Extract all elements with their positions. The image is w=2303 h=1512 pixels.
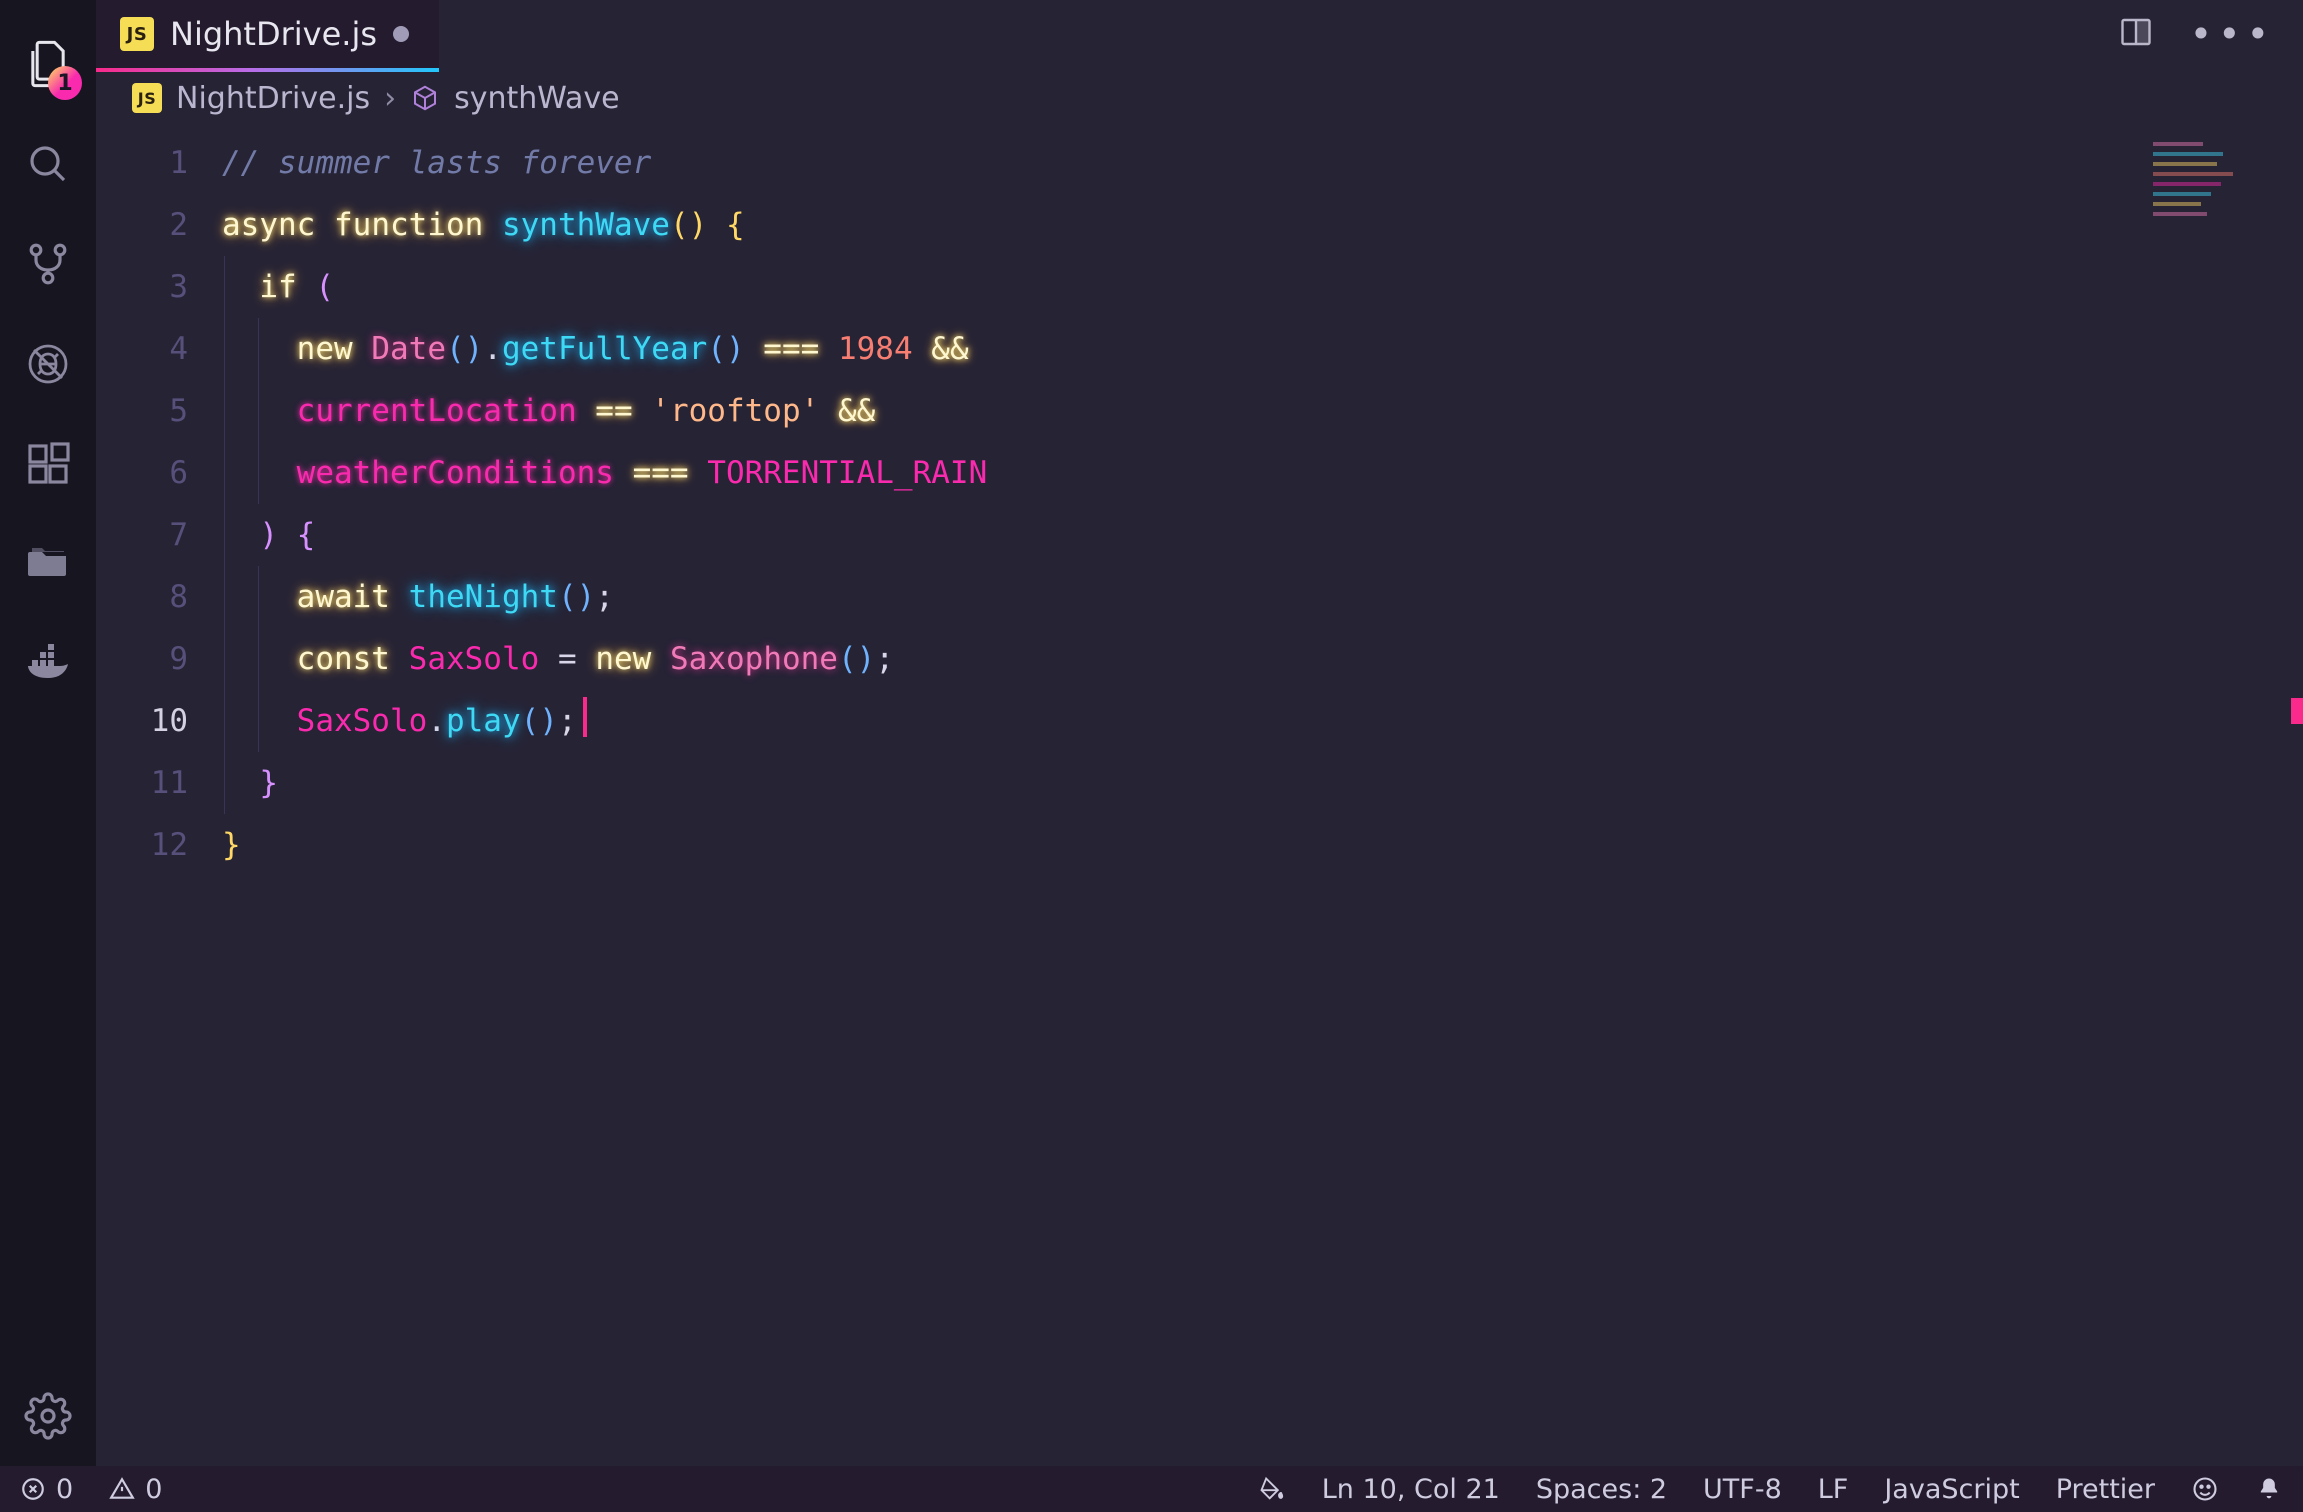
- error-icon: [20, 1476, 46, 1502]
- extensions-icon: [24, 440, 72, 488]
- line-number: 3: [96, 256, 222, 318]
- editor-more-button[interactable]: •••: [2190, 12, 2275, 56]
- errors-count: 0: [56, 1474, 73, 1505]
- gear-icon: [24, 1392, 72, 1440]
- code-line[interactable]: 10 SaxSolo.play();: [96, 690, 2303, 752]
- warning-icon: [109, 1476, 135, 1502]
- status-lncol[interactable]: Ln 10, Col 21: [1322, 1474, 1500, 1505]
- tab-label: NightDrive.js: [170, 15, 377, 53]
- code-line[interactable]: 5 currentLocation == 'rooftop' &&: [96, 380, 2303, 442]
- search-icon: [24, 140, 72, 188]
- line-number: 8: [96, 566, 222, 628]
- debug-disabled-icon: [24, 340, 72, 388]
- source-control-icon: [24, 240, 72, 288]
- line-number: 12: [96, 814, 222, 876]
- symbol-method-icon: [410, 83, 440, 113]
- line-number: 9: [96, 628, 222, 690]
- breadcrumb-symbol[interactable]: synthWave: [454, 81, 620, 116]
- status-notifications[interactable]: [2255, 1475, 2283, 1503]
- status-spaces[interactable]: Spaces: 2: [1536, 1474, 1667, 1505]
- activity-settings[interactable]: [0, 1366, 96, 1466]
- code-content: }: [222, 752, 2303, 814]
- paint-bucket-icon: [1258, 1475, 1286, 1503]
- text-cursor: [583, 697, 587, 737]
- breadcrumb[interactable]: JS NightDrive.js › synthWave: [96, 68, 2303, 128]
- activity-docker[interactable]: [0, 614, 96, 714]
- code-content: // summer lasts forever: [222, 132, 2303, 194]
- line-number: 1: [96, 132, 222, 194]
- code-line[interactable]: 8 await theNight();: [96, 566, 2303, 628]
- activity-bar: 1: [0, 0, 96, 1466]
- code-line[interactable]: 1// summer lasts forever: [96, 132, 2303, 194]
- line-number: 4: [96, 318, 222, 380]
- tab-active-underline: [96, 68, 439, 72]
- tabs-row: JS NightDrive.js •••: [96, 0, 2303, 68]
- explorer-badge: 1: [48, 66, 82, 100]
- breadcrumb-file[interactable]: NightDrive.js: [176, 81, 370, 116]
- code-content: async function synthWave() {: [222, 194, 2303, 256]
- code-content: const SaxSolo = new Saxophone();: [222, 628, 2303, 690]
- docker-icon: [24, 640, 72, 688]
- status-color-theme[interactable]: [1258, 1475, 1286, 1503]
- line-number: 6: [96, 442, 222, 504]
- status-bar: 0 0 Ln 10, Col 21 Spaces: 2 UTF-8 LF Jav…: [0, 1466, 2303, 1512]
- code-line[interactable]: 7 ) {: [96, 504, 2303, 566]
- status-formatter[interactable]: Prettier: [2056, 1474, 2155, 1505]
- warnings-count: 0: [145, 1474, 162, 1505]
- folder-stack-icon: [24, 540, 72, 588]
- line-number: 11: [96, 752, 222, 814]
- line-number: 2: [96, 194, 222, 256]
- js-file-icon: JS: [132, 83, 162, 113]
- status-feedback[interactable]: [2191, 1475, 2219, 1503]
- line-number: 10: [96, 690, 222, 752]
- chevron-right-icon: ›: [384, 81, 396, 116]
- line-number: 7: [96, 504, 222, 566]
- code-line[interactable]: 3 if (: [96, 256, 2303, 318]
- js-file-icon: JS: [120, 17, 154, 51]
- code-content: weatherConditions === TORRENTIAL_RAIN: [222, 442, 2303, 504]
- split-editor-icon: [2118, 14, 2154, 50]
- bell-icon: [2255, 1475, 2283, 1503]
- code-content: SaxSolo.play();: [222, 690, 2303, 752]
- code-content: }: [222, 814, 2303, 876]
- code-content: if (: [222, 256, 2303, 318]
- code-content: currentLocation == 'rooftop' &&: [222, 380, 2303, 442]
- status-encoding[interactable]: UTF-8: [1703, 1474, 1782, 1505]
- smiley-icon: [2191, 1475, 2219, 1503]
- activity-run-debug[interactable]: [0, 314, 96, 414]
- code-content: ) {: [222, 504, 2303, 566]
- code-line[interactable]: 11 }: [96, 752, 2303, 814]
- code-editor[interactable]: 1// summer lasts forever2async function …: [96, 128, 2303, 1466]
- modified-indicator-icon: [393, 26, 409, 42]
- activity-explorer[interactable]: 1: [0, 14, 96, 114]
- activity-search[interactable]: [0, 114, 96, 214]
- tab-nightdrive[interactable]: JS NightDrive.js: [96, 0, 439, 68]
- more-icon: •••: [2190, 12, 2275, 56]
- code-line[interactable]: 2async function synthWave() {: [96, 194, 2303, 256]
- code-content: new Date().getFullYear() === 1984 &&: [222, 318, 2303, 380]
- code-line[interactable]: 12}: [96, 814, 2303, 876]
- status-warnings[interactable]: 0: [109, 1474, 162, 1505]
- line-number: 5: [96, 380, 222, 442]
- code-content: await theNight();: [222, 566, 2303, 628]
- status-eol[interactable]: LF: [1818, 1474, 1849, 1505]
- code-line[interactable]: 6 weatherConditions === TORRENTIAL_RAIN: [96, 442, 2303, 504]
- activity-source-control[interactable]: [0, 214, 96, 314]
- code-line[interactable]: 9 const SaxSolo = new Saxophone();: [96, 628, 2303, 690]
- activity-folders[interactable]: [0, 514, 96, 614]
- status-language[interactable]: JavaScript: [1884, 1474, 2019, 1505]
- activity-extensions[interactable]: [0, 414, 96, 514]
- status-errors[interactable]: 0: [20, 1474, 73, 1505]
- split-editor-button[interactable]: [2118, 14, 2154, 54]
- code-line[interactable]: 4 new Date().getFullYear() === 1984 &&: [96, 318, 2303, 380]
